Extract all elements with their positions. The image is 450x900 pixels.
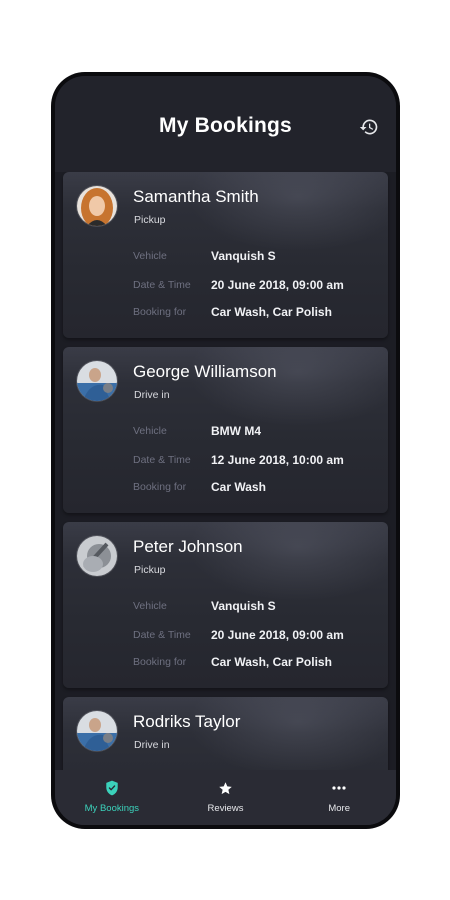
booking-for-value: Car Wash, Car Polish [211, 305, 332, 319]
datetime-label: Date & Time [133, 454, 191, 466]
booking-type: Drive in [134, 389, 170, 401]
datetime-value: 20 June 2018, 09:00 am [211, 628, 344, 642]
history-icon [359, 119, 378, 135]
avatar [77, 361, 117, 401]
customer-name: Peter Johnson [133, 537, 243, 556]
customer-name: Samantha Smith [133, 187, 259, 206]
booking-for-label: Booking for [133, 306, 187, 318]
page-title: My Bookings [159, 114, 292, 137]
shield-check-icon [106, 780, 118, 796]
nav-label: More [328, 803, 350, 814]
star-icon [219, 781, 232, 794]
booking-for-value: Car Wash [211, 480, 266, 494]
nav-my-bookings[interactable]: My Bookings [55, 770, 169, 825]
datetime-value: 12 June 2018, 10:00 am [211, 453, 344, 467]
nav-reviews[interactable]: Reviews [169, 770, 283, 825]
booking-card[interactable]: Peter Johnson Pickup Vehicle Vanquish S … [63, 522, 388, 688]
phone-frame: My Bookings Samantha Smith Pickup Vehicl… [51, 72, 400, 829]
vehicle-label: Vehicle [133, 250, 167, 262]
avatar [77, 536, 117, 576]
vehicle-value: Vanquish S [211, 249, 276, 263]
history-button[interactable] [356, 114, 382, 140]
booking-for-value: Car Wash, Car Polish [211, 655, 332, 669]
booking-type: Drive in [134, 739, 170, 751]
datetime-label: Date & Time [133, 279, 191, 291]
vehicle-value: Vanquish S [211, 599, 276, 613]
booking-card[interactable]: Samantha Smith Pickup Vehicle Vanquish S… [63, 172, 388, 338]
app-screen: My Bookings Samantha Smith Pickup Vehicl… [55, 76, 396, 825]
nav-label: My Bookings [84, 803, 140, 814]
booking-type: Pickup [134, 214, 166, 226]
vehicle-label: Vehicle [133, 425, 167, 437]
nav-more[interactable]: More [282, 770, 396, 825]
vehicle-value: BMW M4 [211, 424, 261, 438]
booking-type: Pickup [134, 564, 166, 576]
booking-for-label: Booking for [133, 656, 187, 668]
nav-label: Reviews [207, 803, 244, 814]
booking-for-label: Booking for [133, 481, 187, 493]
avatar [77, 186, 117, 226]
more-dots-icon [332, 786, 346, 790]
datetime-value: 20 June 2018, 09:00 am [211, 278, 344, 292]
bottom-navigation: My Bookings Reviews More [55, 770, 396, 825]
customer-name: Rodriks Taylor [133, 712, 241, 731]
customer-name: George Williamson [133, 362, 277, 381]
booking-card[interactable]: George Williamson Drive in Vehicle BMW M… [63, 347, 388, 513]
datetime-label: Date & Time [133, 629, 191, 641]
app-header: My Bookings [55, 76, 396, 172]
vehicle-label: Vehicle [133, 600, 167, 612]
avatar [77, 711, 117, 751]
